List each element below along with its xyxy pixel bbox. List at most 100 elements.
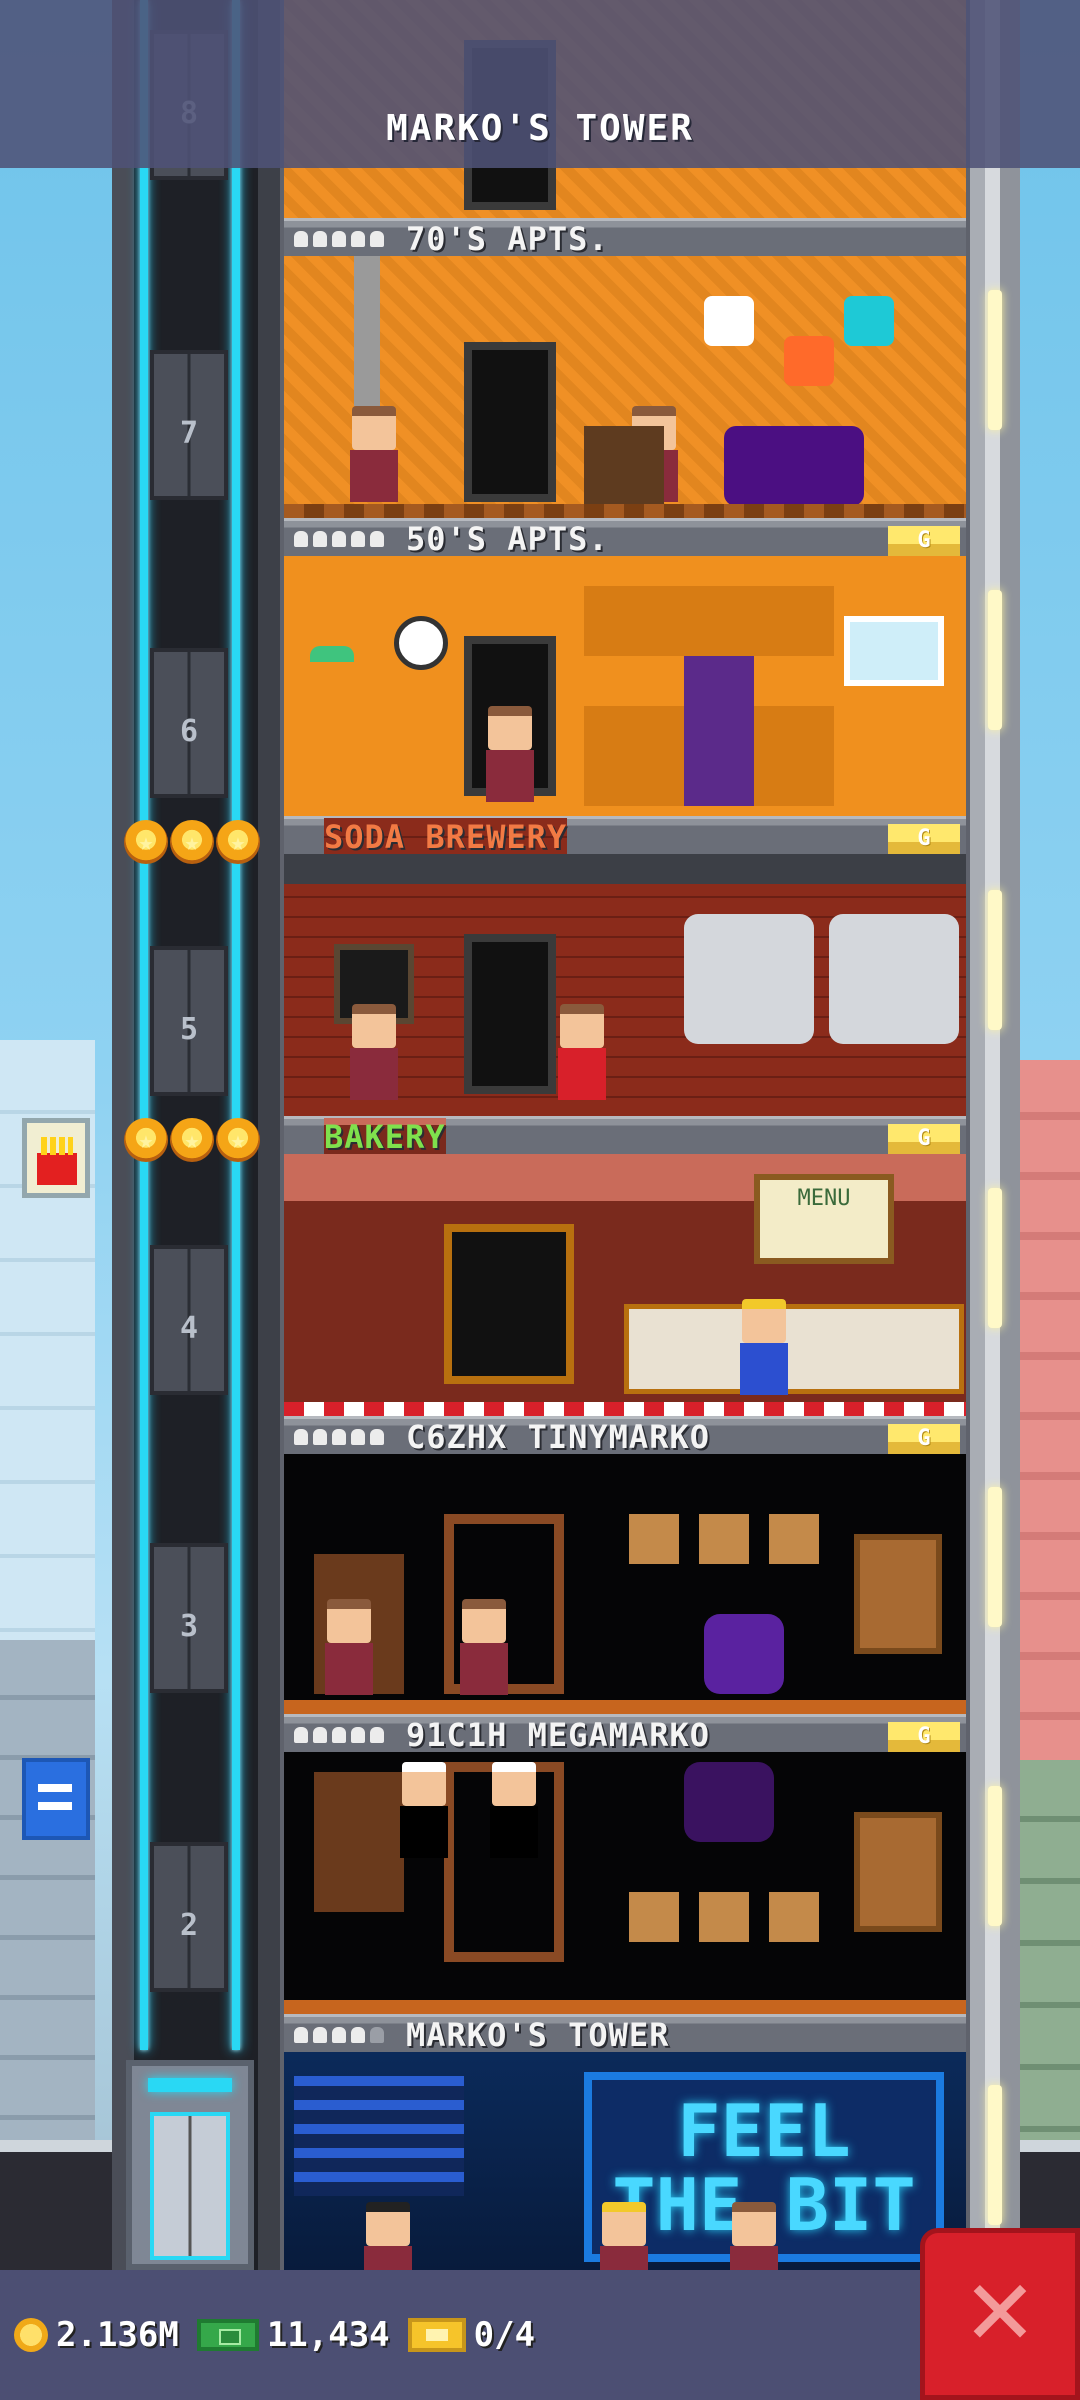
resident-icon xyxy=(332,530,346,547)
resident-pips xyxy=(294,1726,384,1743)
resident-icon xyxy=(332,1726,346,1743)
resident-icon xyxy=(294,1428,308,1445)
floor-c6zhx-tinymarko[interactable] xyxy=(284,1454,966,1714)
elevator-door-floor-5[interactable]: 5 xyxy=(150,946,228,1096)
floor-name: C6ZHX TINYMARKO xyxy=(406,1417,710,1456)
clock-icon xyxy=(394,616,448,670)
resident[interactable] xyxy=(344,1004,404,1104)
resident[interactable] xyxy=(484,1762,544,1862)
resident-pips xyxy=(294,2026,384,2043)
resident[interactable] xyxy=(319,1599,379,1699)
star-icon: ★ xyxy=(216,820,260,864)
ticket-icon xyxy=(407,2318,466,2352)
resident-icon xyxy=(313,530,327,547)
gold-tag-icon[interactable]: G xyxy=(888,1424,960,1454)
floor-number: 4 xyxy=(179,1311,199,1346)
resident[interactable] xyxy=(724,2202,784,2270)
floor-name: 50'S APTS. xyxy=(406,519,609,558)
resident[interactable] xyxy=(344,406,404,506)
resident[interactable] xyxy=(454,1599,514,1699)
resident-icon xyxy=(332,1428,346,1445)
floor-label-bar[interactable]: 70'S APTS. xyxy=(284,218,966,258)
resident-icon xyxy=(313,1726,327,1743)
floor-label-bar[interactable]: MARKO'S TOWER xyxy=(284,2014,966,2054)
lobby-screen xyxy=(294,2076,464,2196)
star-rating-bakery: ★ ★ ★ xyxy=(124,1118,260,1164)
elevator-cable xyxy=(232,0,240,2050)
gold-tag-icon[interactable]: G xyxy=(888,824,960,854)
floor-lobby[interactable]: FEEL THE BIT xyxy=(284,2052,966,2270)
resident-icon xyxy=(332,230,346,247)
armchair-icon xyxy=(684,1762,774,1842)
gold-tag-icon[interactable]: G xyxy=(888,1722,960,1752)
resident[interactable] xyxy=(480,706,540,806)
elevator-door-floor-4[interactable]: 4 xyxy=(150,1245,228,1395)
armchair-icon xyxy=(704,1614,784,1694)
resident-pips xyxy=(294,230,384,247)
bookshelf-icon xyxy=(314,1772,404,1912)
resident-icon xyxy=(370,1726,384,1743)
resident-icon xyxy=(370,1428,384,1445)
floor-number: 6 xyxy=(179,714,199,749)
floor-trim xyxy=(284,2000,966,2014)
floor-soda-brewery[interactable] xyxy=(284,854,966,1116)
floor-name: MARKO'S TOWER xyxy=(406,2015,670,2054)
floor-trim xyxy=(284,1700,966,1714)
flower-icon xyxy=(844,296,894,346)
close-icon: ✕ xyxy=(962,2261,1038,2366)
close-button[interactable]: ✕ xyxy=(920,2228,1080,2400)
lamp-icon xyxy=(310,646,354,662)
resident-icon xyxy=(294,2026,308,2043)
floor-50s-apts[interactable] xyxy=(284,556,966,816)
top-header: MARKO'S TOWER xyxy=(0,0,1080,168)
bux-icon xyxy=(196,2319,259,2351)
resident[interactable] xyxy=(358,2202,418,2270)
resident[interactable] xyxy=(594,2202,654,2270)
resident-icon xyxy=(351,530,365,547)
window-light xyxy=(988,890,1002,1030)
elevator-door-floor-6[interactable]: 6 xyxy=(150,648,228,798)
worker-santa[interactable] xyxy=(552,1004,612,1104)
floor-91c1h-megamarko[interactable] xyxy=(284,1752,966,2014)
window-light xyxy=(988,1487,1002,1627)
floor-bakery[interactable]: MENU xyxy=(284,1154,966,1416)
star-icon: ★ xyxy=(216,1118,260,1162)
gold-tag-icon[interactable]: G xyxy=(888,526,960,556)
fridge-icon xyxy=(684,656,754,806)
picture-frame-icon xyxy=(629,1892,679,1942)
status-bar: 2.136M 11,434 0/4 xyxy=(0,2270,1080,2400)
resident-icon xyxy=(294,230,308,247)
floor-label-bar[interactable]: C6ZHX TINYMARKO G xyxy=(284,1416,966,1456)
tower-title: MARKO'S TOWER xyxy=(386,108,694,149)
picture-frame-icon xyxy=(769,1892,819,1942)
coin-icon xyxy=(14,2318,48,2352)
resident[interactable] xyxy=(734,1299,794,1399)
elevator-door-floor-2[interactable]: 2 xyxy=(150,1842,228,1992)
resident-icon xyxy=(313,2026,327,2043)
resident-icon xyxy=(351,1726,365,1743)
floor-70s-apts[interactable] xyxy=(284,256,966,518)
tickets-counter[interactable]: 0/4 xyxy=(407,2315,536,2355)
tv-icon xyxy=(584,426,664,506)
elevator-door-floor-3[interactable]: 3 xyxy=(150,1543,228,1693)
elevator-car[interactable] xyxy=(126,2060,254,2270)
coins-counter[interactable]: 2.136M xyxy=(14,2315,179,2355)
tickets-value: 0/4 xyxy=(473,2315,536,2355)
resident-icon-empty xyxy=(370,2026,384,2043)
gold-tag-icon[interactable]: G xyxy=(888,1124,960,1154)
background-building-left-lower xyxy=(0,1640,95,2140)
resident-pips xyxy=(294,1428,384,1445)
bux-counter[interactable]: 11,434 xyxy=(196,2315,390,2355)
window-light xyxy=(988,2085,1002,2225)
brew-tank-icon xyxy=(684,914,814,1044)
star-icon: ★ xyxy=(124,1118,168,1162)
resident[interactable] xyxy=(394,1762,454,1862)
bux-value: 11,434 xyxy=(266,2315,390,2355)
elevator-shaft-wall xyxy=(258,0,280,2270)
floor-label-bar[interactable]: 50'S APTS. G xyxy=(284,518,966,558)
floor-label-bar[interactable]: BAKERY G xyxy=(284,1116,966,1156)
floor-trim xyxy=(284,1402,966,1416)
floor-label-bar[interactable]: SODA BREWERY G xyxy=(284,816,966,856)
elevator-door-floor-7[interactable]: 7 xyxy=(150,350,228,500)
floor-label-bar[interactable]: 91C1H MEGAMARKO G xyxy=(284,1714,966,1754)
